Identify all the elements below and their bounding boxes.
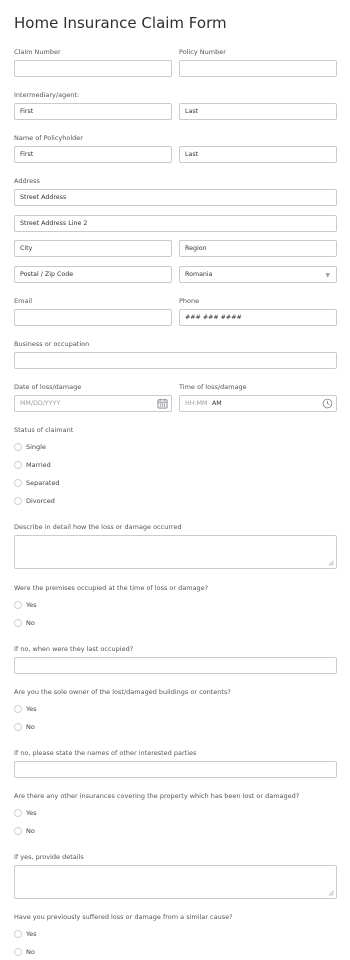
policyholder-first-input[interactable]: First xyxy=(14,146,172,163)
status-single-radio[interactable] xyxy=(14,443,22,451)
intermediary-last-input[interactable]: Last xyxy=(179,103,337,120)
premises-no-radio[interactable] xyxy=(14,619,22,627)
provide-details-label: If yes, provide details xyxy=(14,853,84,861)
date-placeholder: MM/DD/YYYY xyxy=(20,400,61,407)
time-of-loss-input[interactable]: HH:MM AM xyxy=(179,395,337,412)
status-divorced-label: Divorced xyxy=(26,497,55,505)
previous-loss-yes-radio[interactable] xyxy=(14,930,22,938)
calendar-icon[interactable] xyxy=(157,398,168,409)
last-occupied-label: If no, when were they last occupied? xyxy=(14,645,134,653)
intermediary-label: Intermediary/agent: xyxy=(14,91,80,99)
status-separated-radio[interactable] xyxy=(14,479,22,487)
premises-occupied-label: Were the premises occupied at the time o… xyxy=(14,584,209,592)
describe-label: Describe in detail how the loss or damag… xyxy=(14,523,182,531)
chevron-down-icon: ▼ xyxy=(325,272,330,279)
interested-parties-input[interactable] xyxy=(14,761,337,778)
email-label: Email xyxy=(14,297,33,305)
country-value: Romania xyxy=(185,271,213,278)
policy-number-label: Policy Number xyxy=(179,48,226,56)
date-of-loss-label: Date of loss/damage xyxy=(14,383,82,391)
premises-yes-label: Yes xyxy=(26,601,37,609)
resize-grip-icon[interactable] xyxy=(328,890,334,896)
phone-label: Phone xyxy=(179,297,200,305)
city-placeholder: City xyxy=(20,245,33,252)
business-input[interactable] xyxy=(14,352,337,369)
previous-loss-yes-label: Yes xyxy=(26,930,37,938)
policy-number-input[interactable] xyxy=(179,60,337,77)
policyholder-last-input[interactable]: Last xyxy=(179,146,337,163)
country-select[interactable]: Romania ▼ xyxy=(179,266,337,283)
previous-loss-label: Have you previously suffered loss or dam… xyxy=(14,913,233,921)
policyholder-label: Name of Policyholder xyxy=(14,134,83,142)
street-address-placeholder: Street Address xyxy=(20,194,67,201)
resize-grip-icon[interactable] xyxy=(328,560,334,566)
other-insurances-yes-label: Yes xyxy=(26,809,37,817)
street-address-input[interactable]: Street Address xyxy=(14,189,337,206)
sole-owner-no-radio[interactable] xyxy=(14,723,22,731)
status-label: Status of claimant xyxy=(14,426,74,434)
interested-parties-label: If no, please state the names of other i… xyxy=(14,749,197,757)
intermediary-last-placeholder: Last xyxy=(185,108,199,115)
status-divorced-radio[interactable] xyxy=(14,497,22,505)
sole-owner-yes-label: Yes xyxy=(26,705,37,713)
other-insurances-yes-radio[interactable] xyxy=(14,809,22,817)
premises-yes-radio[interactable] xyxy=(14,601,22,609)
date-of-loss-input[interactable]: MM/DD/YYYY xyxy=(14,395,172,412)
postal-code-input[interactable]: Postal / Zip Code xyxy=(14,266,172,283)
time-placeholder: HH:MM xyxy=(185,400,208,407)
previous-loss-no-label: No xyxy=(26,948,35,956)
provide-details-textarea[interactable] xyxy=(14,865,337,899)
email-input[interactable] xyxy=(14,309,172,326)
intermediary-first-placeholder: First xyxy=(20,108,34,115)
policyholder-first-placeholder: First xyxy=(20,151,34,158)
business-label: Business or occupation xyxy=(14,340,90,348)
street-address-line2-placeholder: Street Address Line 2 xyxy=(20,220,88,227)
other-insurances-label: Are there any other insurances covering … xyxy=(14,792,300,800)
status-single-label: Single xyxy=(26,443,46,451)
clock-icon xyxy=(322,398,333,409)
intermediary-first-input[interactable]: First xyxy=(14,103,172,120)
region-placeholder: Region xyxy=(185,245,207,252)
claim-number-input[interactable] xyxy=(14,60,172,77)
ampm-value[interactable]: AM xyxy=(212,400,222,407)
sole-owner-no-label: No xyxy=(26,723,35,731)
other-insurances-no-label: No xyxy=(26,827,35,835)
premises-no-label: No xyxy=(26,619,35,627)
phone-input[interactable]: ### ### #### xyxy=(179,309,337,326)
last-occupied-input[interactable] xyxy=(14,657,337,674)
street-address-line2-input[interactable]: Street Address Line 2 xyxy=(14,215,337,232)
address-label: Address xyxy=(14,177,40,185)
other-insurances-no-radio[interactable] xyxy=(14,827,22,835)
previous-loss-no-radio[interactable] xyxy=(14,948,22,956)
claim-number-label: Claim Number xyxy=(14,48,61,56)
time-of-loss-label: Time of loss/damage xyxy=(179,383,247,391)
phone-placeholder: ### ### #### xyxy=(185,314,242,321)
sole-owner-yes-radio[interactable] xyxy=(14,705,22,713)
region-input[interactable]: Region xyxy=(179,240,337,257)
status-separated-label: Separated xyxy=(26,479,60,487)
describe-textarea[interactable] xyxy=(14,535,337,569)
city-input[interactable]: City xyxy=(14,240,172,257)
postal-code-placeholder: Postal / Zip Code xyxy=(20,271,74,278)
sole-owner-label: Are you the sole owner of the lost/damag… xyxy=(14,688,231,696)
status-married-label: Married xyxy=(26,461,51,469)
policyholder-last-placeholder: Last xyxy=(185,151,199,158)
form-title: Home Insurance Claim Form xyxy=(14,14,227,32)
status-married-radio[interactable] xyxy=(14,461,22,469)
